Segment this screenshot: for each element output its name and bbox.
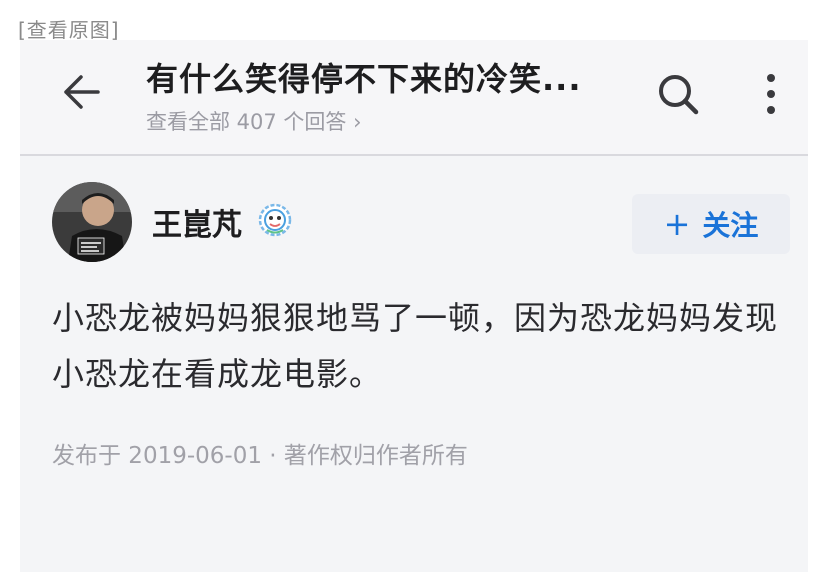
answer-card: 王崑芃 + 关注 小恐龙被妈妈狠狠地骂了一顿，因为恐龙妈妈发现小恐龙在看成龙电影… (20, 156, 808, 572)
answer-content[interactable]: 小恐龙被妈妈狠狠地骂了一顿，因为恐龙妈妈发现小恐龙在看成龙电影。 (52, 290, 792, 402)
screenshot-frame: 有什么笑得停不下来的冷笑... 查看全部 407 个回答 › 王崑芃 + 关注 … (20, 40, 808, 572)
answer-meta: 发布于 2019-06-01 · 著作权归作者所有 (52, 443, 468, 469)
follow-button[interactable]: + 关注 (632, 194, 790, 254)
verified-badge-icon (257, 202, 293, 238)
search-button[interactable] (654, 70, 702, 118)
more-button[interactable] (760, 70, 782, 118)
follow-label: 关注 (702, 209, 759, 242)
author-avatar[interactable] (52, 182, 132, 262)
author-name[interactable]: 王崑芃 (152, 200, 242, 244)
back-button[interactable] (60, 70, 104, 114)
view-all-answers-link[interactable]: 查看全部 407 个回答 › (146, 106, 362, 136)
arrow-left-icon (64, 75, 100, 109)
view-original-link[interactable]: [查看原图] (18, 14, 120, 43)
plus-icon: + (663, 205, 691, 243)
search-icon (659, 75, 699, 115)
app-bar: 有什么笑得停不下来的冷笑... 查看全部 407 个回答 › (20, 40, 808, 156)
question-title[interactable]: 有什么笑得停不下来的冷笑... (146, 54, 581, 100)
more-vertical-icon (767, 74, 775, 114)
page: [查看原图] 有什么笑得停不下来的冷笑... 查看全部 407 个回答 › 王崑… (0, 0, 828, 588)
